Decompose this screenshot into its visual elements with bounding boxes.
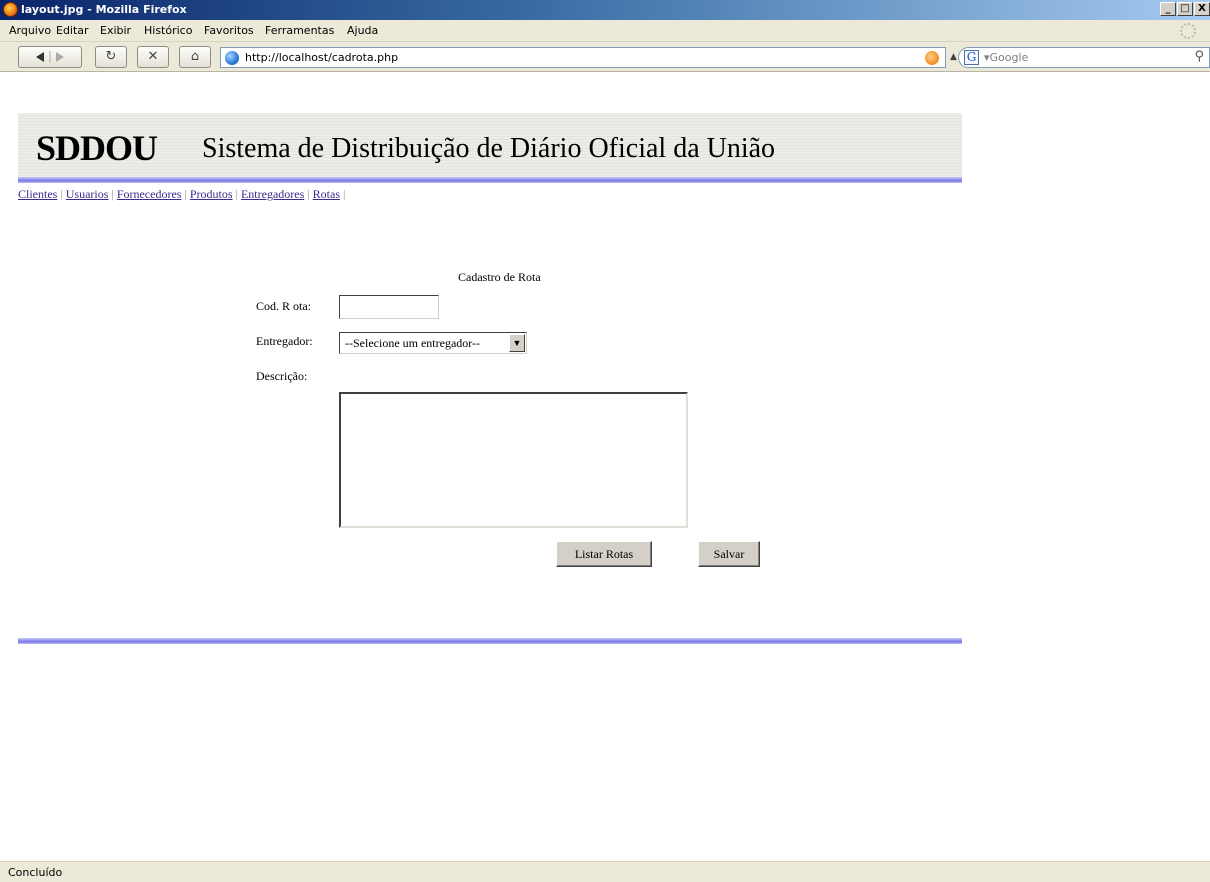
nav-separator: |	[111, 187, 114, 201]
search-icon[interactable]: ⚲	[1194, 49, 1204, 64]
descricao-label: Descrição:	[256, 369, 308, 383]
url-text[interactable]: http://localhost/cadrota.php	[245, 51, 398, 64]
nav-link-rotas[interactable]: Rotas	[313, 187, 340, 201]
chevron-down-icon[interactable]: ▼	[509, 334, 525, 352]
entregador-select[interactable]: --Selecione um entregador-- ▼	[339, 332, 527, 354]
site-acronym: SDDOU	[36, 128, 158, 168]
close-button[interactable]: X	[1194, 2, 1210, 16]
back-arrow-icon	[36, 51, 64, 63]
nav-link-produtos[interactable]: Produtos	[190, 187, 233, 201]
nav-link-entregadores[interactable]: Entregadores	[241, 187, 304, 201]
cod-rota-input[interactable]	[339, 295, 439, 319]
window-title: layout.jpg - Mozilla Firefox	[21, 3, 187, 16]
firefox-icon	[3, 2, 18, 17]
menu-bar: Arquivo Editar Exibir Histórico Favorito…	[0, 20, 1210, 42]
minimize-button[interactable]: _	[1160, 2, 1176, 16]
stop-button[interactable]: ✕	[137, 46, 169, 68]
site-globe-icon	[225, 51, 239, 65]
nav-separator: |	[343, 187, 346, 201]
menu-arquivo[interactable]: Arquivo	[9, 24, 51, 37]
listar-rotas-button[interactable]: Listar Rotas	[556, 541, 652, 567]
status-bar: Concluído	[0, 861, 1210, 882]
site-navigation: Clientes | Usuarios | Fornecedores | Produtos |…	[18, 187, 348, 202]
menu-exibir[interactable]: Exibir	[100, 24, 131, 37]
menu-ferramentas[interactable]: Ferramentas	[265, 24, 334, 37]
footer-divider	[18, 638, 962, 644]
system-name: Sistema de Distribuição de Diário Oficia…	[202, 133, 776, 164]
nav-separator: |	[60, 187, 63, 201]
cod-rota-label: Cod. R ota:	[256, 299, 312, 313]
descricao-textarea[interactable]	[339, 392, 688, 528]
address-bar[interactable]: http://localhost/cadrota.php	[220, 47, 946, 68]
header-divider	[18, 177, 962, 183]
menu-historico[interactable]: Histórico	[144, 24, 192, 37]
search-input[interactable]: ▾Google	[984, 51, 1028, 64]
maximize-button[interactable]: □	[1177, 2, 1193, 16]
salvar-button[interactable]: Salvar	[698, 541, 760, 567]
home-button[interactable]: ⌂	[179, 46, 211, 68]
menu-editar[interactable]: Editar	[56, 24, 89, 37]
navigation-toolbar: ↻ ✕ ⌂ http://localhost/cadrota.php ▲ G ▾…	[0, 42, 1210, 72]
nav-link-clientes[interactable]: Clientes	[18, 187, 57, 201]
menu-favoritos[interactable]: Favoritos	[204, 24, 254, 37]
nav-link-usuarios[interactable]: Usuarios	[66, 187, 109, 201]
search-engine-dropdown-icon[interactable]: ▲	[950, 52, 957, 62]
feed-icon[interactable]	[925, 51, 939, 65]
search-bar[interactable]: G ▾Google ⚲	[958, 47, 1210, 68]
google-icon[interactable]: G	[964, 50, 979, 65]
form-title: Cadastro de Rota	[458, 270, 541, 284]
nav-link-fornecedores[interactable]: Fornecedores	[117, 187, 182, 201]
entregador-selected-value: --Selecione um entregador--	[345, 336, 481, 350]
window-controls: _ □ X	[1160, 2, 1210, 16]
reload-button[interactable]: ↻	[95, 46, 127, 68]
window-title-bar: layout.jpg - Mozilla Firefox _ □ X	[0, 0, 1210, 20]
status-text: Concluído	[8, 866, 63, 879]
page-content: SDDOU Sistema de Distribuição de Diário …	[0, 73, 1210, 861]
nav-separator: |	[307, 187, 310, 201]
activity-throbber-icon	[1180, 23, 1196, 39]
menu-ajuda[interactable]: Ajuda	[347, 24, 378, 37]
entregador-label: Entregador:	[256, 334, 313, 348]
nav-separator: |	[184, 187, 187, 201]
site-banner: SDDOU Sistema de Distribuição de Diário …	[18, 113, 962, 179]
nav-separator: |	[235, 187, 238, 201]
back-forward-button[interactable]	[18, 46, 82, 68]
